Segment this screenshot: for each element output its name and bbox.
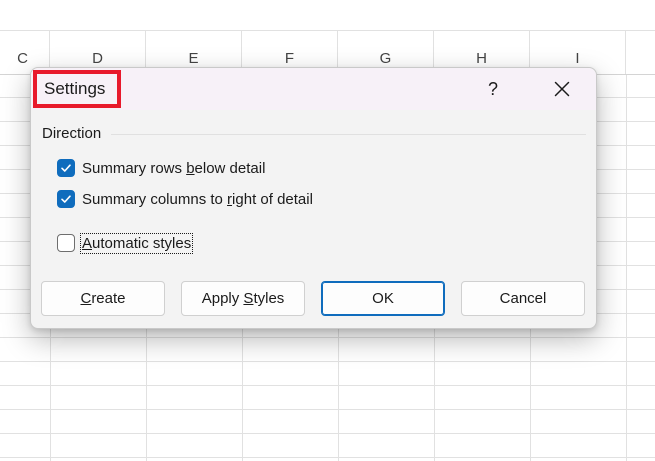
checkmark-icon	[61, 164, 71, 172]
ribbon-strip	[0, 0, 655, 31]
group-divider	[111, 134, 586, 135]
close-button[interactable]	[547, 74, 577, 104]
summary-rows-label: Summary rows below detail	[82, 159, 266, 177]
create-button[interactable]: Create	[41, 281, 165, 316]
ok-button[interactable]: OK	[321, 281, 445, 316]
dialog-titlebar[interactable]: Settings ?	[31, 68, 596, 110]
summary-columns-label: Summary columns to right of detail	[82, 190, 313, 208]
summary-rows-checkbox[interactable]	[57, 159, 75, 177]
automatic-styles-checkbox[interactable]	[57, 234, 75, 252]
close-icon	[554, 81, 570, 97]
summary-columns-right-of-detail-option[interactable]: Summary columns to right of detail	[57, 188, 313, 210]
dialog-title: Settings	[33, 70, 121, 108]
page: C D E F G H I Settings ? Direction Summa…	[0, 0, 655, 461]
settings-dialog: Settings ? Direction Summary rows below …	[30, 67, 597, 329]
direction-group-label: Direction	[42, 125, 102, 142]
cancel-button[interactable]: Cancel	[461, 281, 585, 316]
help-button[interactable]: ?	[479, 74, 507, 104]
summary-rows-below-detail-option[interactable]: Summary rows below detail	[57, 157, 265, 179]
automatic-styles-option[interactable]: Automatic styles	[57, 232, 194, 254]
checkmark-icon	[61, 195, 71, 203]
automatic-styles-label: Automatic styles	[79, 232, 194, 254]
apply-styles-button[interactable]: Apply Styles	[181, 281, 305, 316]
summary-columns-checkbox[interactable]	[57, 190, 75, 208]
